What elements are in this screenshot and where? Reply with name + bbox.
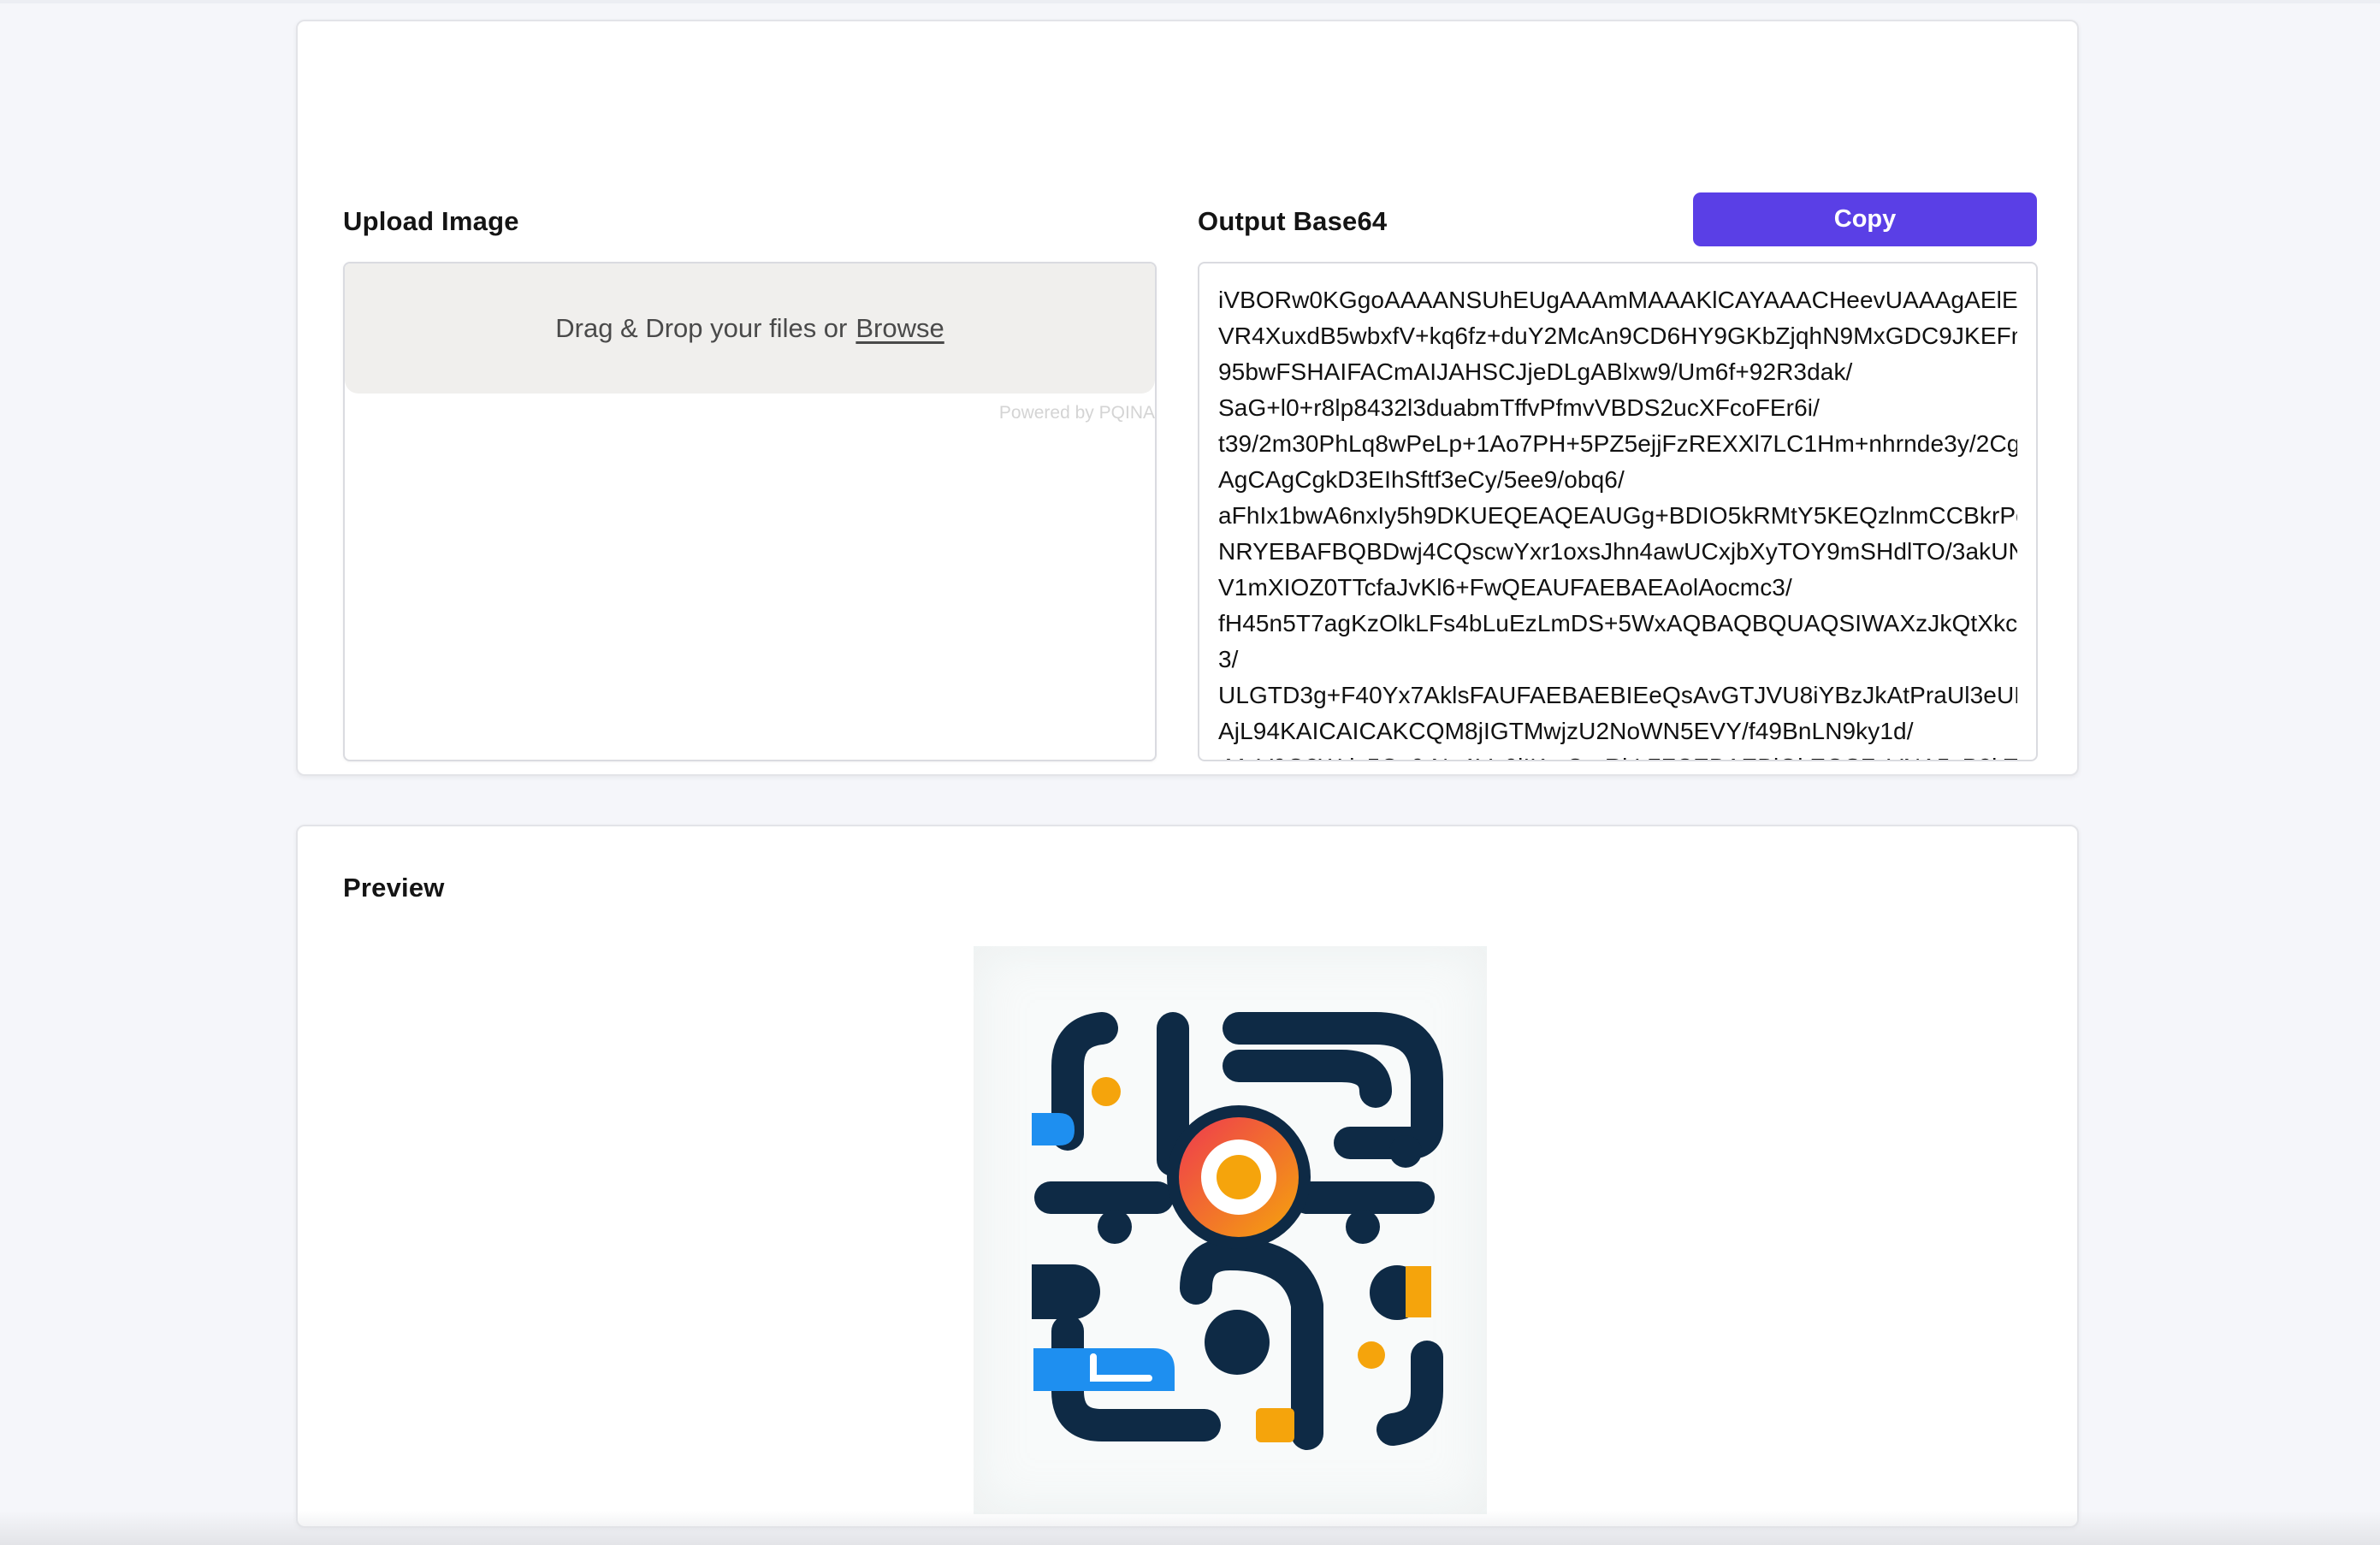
browse-link[interactable]: Browse: [855, 313, 944, 344]
base64-line: AgCAgCgkD3EIhSftf3eCy/5ee9/obq6/: [1218, 466, 1625, 493]
base64-line: iVBORw0KGgoAAAANSUhEUgAAAmMAAAKlCAYAAACH…: [1218, 287, 2017, 313]
base64-line: SaG+l0+r8lp8432l3duabmTffvPfmvVBDS2ucXFc…: [1218, 394, 1820, 421]
base64-line: 3/: [1218, 646, 1239, 672]
dropzone[interactable]: Drag & Drop your files or Browse: [345, 263, 1155, 394]
output-base64-label: Output Base64: [1198, 206, 1388, 236]
top-divider: [0, 0, 2380, 3]
base64-line: V1mXIOZ0TTcfaJvKl6+FwQEAUFAEBAEAolAocmc3…: [1218, 574, 1792, 601]
file-upload-area[interactable]: Drag & Drop your files or Browse Powered…: [343, 262, 1157, 761]
preview-card: Preview: [296, 825, 2079, 1528]
preview-image: [974, 946, 1487, 1514]
bottom-fade: [0, 1511, 2380, 1545]
powered-by-credit: Powered by PQINA: [998, 403, 1155, 423]
dropzone-text: Drag & Drop your files or: [555, 313, 848, 343]
base64-line: ULGTD3g+F40Yx7AklsFAUFAEBAEBIEeQsAvGTJVU…: [1218, 682, 2017, 708]
base64-line: AjL94KAICAICAKCQM8jIGTMwjzU2NoWN5EVY/f49…: [1218, 718, 1914, 744]
base64-line: tMxV9O3Wdx5Qs9tNoAVs0lIKmQmRkL7FCEBAEBjQ…: [1218, 749, 2017, 760]
page: Upload Image Output Base64 Copy Drag & D…: [0, 0, 2380, 1545]
base64-line: fH45n5T7agKzOlkLFs4bLuEzLmDS+5WxAQBAQBQU…: [1218, 610, 2017, 636]
base64-line: aFhIx1bwA6nxIy5h9DKUEQEAQEAUGg+BDIO5kRMt…: [1218, 502, 2017, 529]
preview-label: Preview: [343, 873, 445, 903]
upload-image-label: Upload Image: [343, 206, 519, 236]
base64-line: t39/2m30PhLq8wPeLp+1Ao7PH+5PZ5ejjFzREXXl…: [1218, 430, 2017, 457]
base64-line: VR4XuxdB5wbxfV+kq6fz+duY2McAn9CD6HY9GKbZ…: [1218, 323, 2017, 349]
converter-card: Upload Image Output Base64 Copy Drag & D…: [296, 20, 2079, 776]
copy-button[interactable]: Copy: [1693, 192, 2037, 246]
base64-line: NRYEBAFBQBDwj4CQscwYxr1oxsJhn4awUCxjbXyT…: [1218, 538, 2017, 565]
base64-output-textarea[interactable]: iVBORw0KGgoAAAANSUhEUgAAAmMAAAKlCAYAAACH…: [1198, 262, 2038, 761]
base64-line: 95bwFSHAIFACmAIJAHSCJjeDLgABlxw9/Um6f+92…: [1218, 358, 1853, 385]
qr-logo-icon: [1032, 1012, 1443, 1450]
